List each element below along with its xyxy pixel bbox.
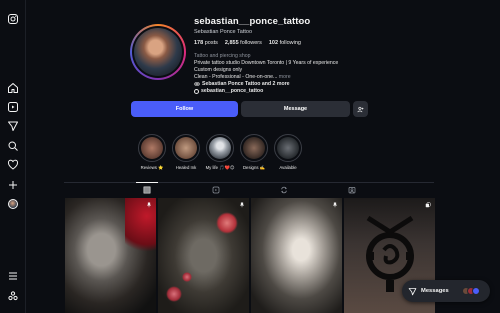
follow-button[interactable]: Follow <box>131 101 238 117</box>
highlight-cover <box>277 137 299 159</box>
bio-line: Private tattoo studio Downtown Toronto |… <box>194 60 339 66</box>
repost-icon <box>281 186 287 194</box>
menu-icon[interactable] <box>7 270 19 282</box>
ellipsis-icon[interactable]: ··· <box>297 17 305 26</box>
profile-full-name: Sebastian Ponce Tattoo <box>194 29 252 35</box>
add-person-icon <box>357 106 364 112</box>
post-tile[interactable] <box>158 198 249 313</box>
highlight-available[interactable]: Available <box>273 134 303 170</box>
profile-category: Tattoo and piercing shop <box>194 53 251 59</box>
post-tile[interactable] <box>65 198 156 313</box>
sidebar <box>0 0 26 313</box>
post-image-detail <box>166 286 182 302</box>
posts-stat: 178 posts <box>194 40 218 46</box>
reels-icon <box>212 186 220 194</box>
following-stat[interactable]: 102 following <box>269 40 301 46</box>
profile-picture[interactable] <box>130 24 186 80</box>
highlight-cover <box>175 137 197 159</box>
highlight-cover <box>141 137 163 159</box>
threads-icon <box>194 88 199 94</box>
messages-avatars <box>461 287 480 295</box>
message-button[interactable]: Message <box>241 101 350 117</box>
highlight-reviews[interactable]: Reviews ⭐️ <box>137 134 167 171</box>
profile-bio: Private tattoo studio Downtown Toronto |… <box>194 60 338 82</box>
highlight-cover <box>209 137 231 159</box>
profile-avatar[interactable] <box>7 198 19 210</box>
profile-photo <box>134 28 182 76</box>
tab-reposts[interactable] <box>279 185 289 195</box>
pin-icon <box>146 202 152 208</box>
meta-apps-icon[interactable] <box>7 290 19 302</box>
create-icon[interactable] <box>7 179 19 191</box>
messages-label: Messages <box>421 288 449 294</box>
post-image-detail <box>216 212 238 234</box>
reels-icon[interactable] <box>7 101 19 113</box>
tagged-icon <box>348 186 356 194</box>
tabs-divider <box>64 182 434 183</box>
followers-stat[interactable]: 2,855 followers <box>225 40 262 46</box>
search-icon[interactable] <box>7 140 19 152</box>
tab-posts[interactable] <box>142 185 152 195</box>
link-icon <box>194 82 200 86</box>
post-tile[interactable] <box>251 198 342 313</box>
send-icon <box>408 287 417 295</box>
direct-icon[interactable] <box>7 120 19 132</box>
tab-tagged[interactable] <box>347 185 357 195</box>
messages-pill[interactable]: Messages <box>402 280 490 302</box>
avatar <box>471 287 480 295</box>
notifications-icon[interactable] <box>7 159 19 171</box>
pin-icon <box>332 202 338 208</box>
suggested-accounts-button[interactable] <box>353 101 368 117</box>
highlight-designs[interactable]: Designs ✍️ <box>239 134 269 171</box>
bio-line: Custom designs only <box>194 67 243 74</box>
highlight-healed-ink[interactable]: Healed Ink <box>171 134 201 170</box>
highlight-my-life[interactable]: My life 🎵❤️😊 <box>205 134 235 171</box>
tab-reels[interactable] <box>211 185 221 195</box>
pin-icon <box>239 202 245 208</box>
followed-by[interactable]: Sebastian Ponce Tattoo and 2 more <box>194 81 290 87</box>
bio-more-link[interactable]: more <box>279 74 291 80</box>
post-image-detail <box>182 272 192 282</box>
highlight-cover <box>243 137 265 159</box>
home-icon[interactable] <box>7 82 19 94</box>
active-tab-indicator <box>136 182 158 183</box>
instagram-logo-icon[interactable] <box>7 13 19 25</box>
highlight-label: Available <box>279 165 297 170</box>
carousel-icon <box>425 202 431 208</box>
profile-username: sebastian__ponce_tattoo <box>194 16 311 27</box>
profile-stats: 178 posts 2,855 followers 102 following <box>194 40 301 46</box>
grid-icon <box>143 186 151 194</box>
threads-link[interactable]: sebastian__ponce_tattoo <box>194 88 263 94</box>
